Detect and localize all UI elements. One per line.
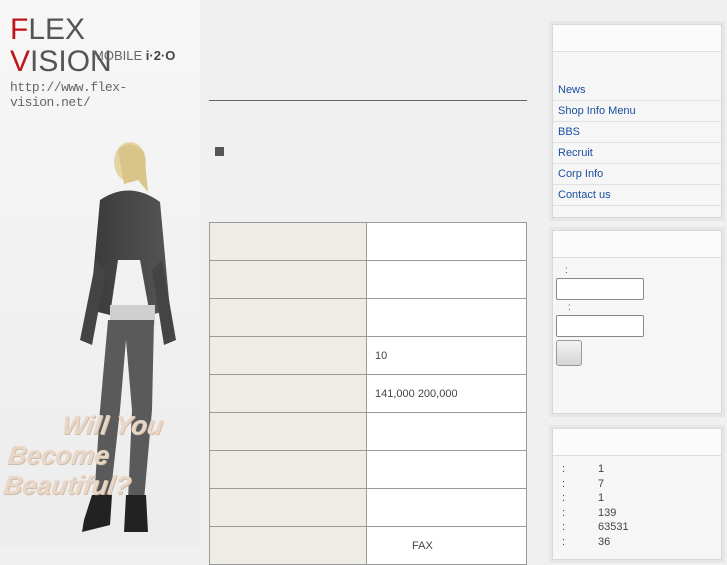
login-label-1: : [565,265,568,276]
mobile-label: MOBILE [93,48,143,63]
stats-row: :1 [562,492,682,507]
stats-row: : 139 [562,507,682,522]
stats-colon: : [562,463,566,475]
table-value-cell: 10 [366,336,527,375]
logo-mobile: MOBILE i·2·O [93,48,175,63]
slogan: Will You Become Beautiful? [2,410,205,500]
table-key-cell [209,488,367,527]
table-key-cell [209,222,367,261]
stats-colon: : [562,535,566,548]
mobile-brand: i·2·O [145,48,176,63]
nav-panel: News Shop Info Menu BBS Recruit Corp Inf… [552,24,722,218]
logo-url: http://www.flex-vision.net/ [10,80,127,110]
nav-item-contact[interactable]: Contact us [553,185,721,206]
nav-item-bbs[interactable]: BBS [553,122,721,143]
header-rule [209,100,527,101]
nav-menu: News Shop Info Menu BBS Recruit Corp Inf… [553,80,721,206]
table-row [209,260,527,299]
access-stats: :1:7:1:139:63531:36 [562,463,682,550]
nav-panel-header [553,25,721,52]
stats-value: 7 [598,477,605,490]
table-value-cell [366,450,527,489]
login-password-input[interactable] [556,315,644,337]
logo-text-1: LEX [28,13,86,46]
table-key-cell [209,374,367,413]
shop-info-table: 10 141,000 200,000 FAX [209,222,527,565]
nav-item-news[interactable]: News [553,80,721,101]
stats-colon: : [562,506,566,519]
table-row: 141,000 200,000 [209,374,527,413]
table-value-cell [366,298,527,337]
login-label-2: : [568,302,571,313]
table-row [209,412,527,451]
table-value-cell: FAX [366,526,527,565]
logo-title: FLEX VISION [10,14,190,78]
table-row [209,298,527,337]
table-value-cell [366,222,527,261]
stats-row: :7 [562,478,682,493]
table-value-cell [366,260,527,299]
stats-value: 139 [598,506,617,519]
table-row: FAX [209,526,527,565]
table-row [209,450,527,489]
slogan-line-1: Will You [60,410,166,440]
stats-value: 1 [598,492,605,504]
nav-item-recruit[interactable]: Recruit [553,143,721,164]
table-key-cell [209,260,367,299]
square-bullet-icon [215,147,224,156]
table-row: 10 [209,336,527,375]
login-id-input[interactable] [556,278,644,300]
table-key-cell [209,412,367,451]
login-panel-header [553,231,721,258]
table-row [209,488,527,527]
nav-item-shop-info[interactable]: Shop Info Menu [553,101,721,122]
stats-colon: : [562,492,566,504]
stats-row: : 36 [562,536,682,551]
stats-panel-header [553,429,721,456]
logo-letter-f: F [10,13,29,46]
table-key-cell [209,450,367,489]
slogan-line-2: Become Beautiful? [1,440,134,500]
nav-item-corp-info[interactable]: Corp Info [553,164,721,185]
main-content: 10 141,000 200,000 FAX [209,0,527,565]
table-key-cell [209,336,367,375]
table-key-cell [209,298,367,337]
stats-colon: : [562,477,566,490]
table-value-cell [366,412,527,451]
stats-value: 36 [598,535,611,548]
stats-row: :1 [562,463,682,478]
table-key-cell [209,526,367,565]
table-row [209,222,527,261]
stats-value: 1 [598,463,605,475]
stats-colon: : [562,521,566,533]
login-button[interactable] [556,340,582,366]
stats-row: : 63531 [562,521,682,536]
logo-letter-v: V [10,45,31,78]
table-value-cell: 141,000 200,000 [366,374,527,413]
table-value-cell [366,488,527,527]
stats-value: 63531 [598,521,629,533]
